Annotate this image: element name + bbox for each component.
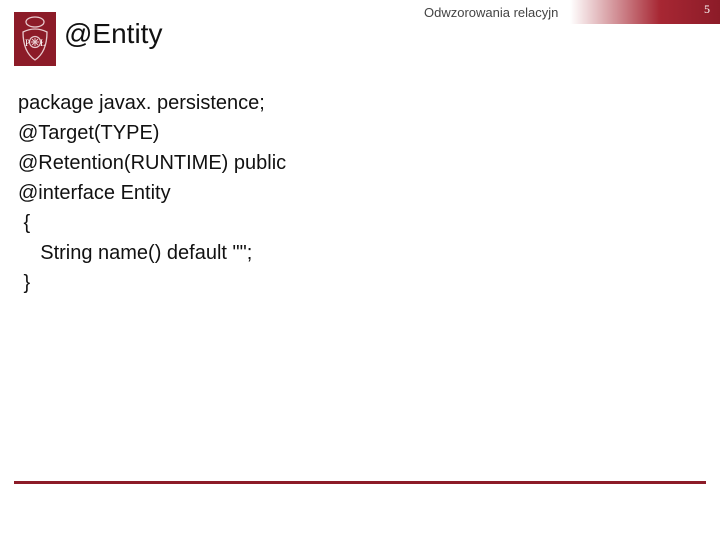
header-section-label: Odwzorowania relacyjn	[420, 0, 570, 24]
header-gradient: 5	[570, 0, 720, 24]
crest-icon: P Ł	[14, 12, 56, 66]
logo-letter-right: Ł	[40, 38, 46, 48]
code-line: String name() default "";	[18, 242, 252, 264]
university-logo: P Ł	[14, 12, 56, 66]
footer-divider	[14, 481, 706, 484]
header-bar: Odwzorowania relacyjn 5	[420, 0, 720, 24]
code-line: }	[18, 272, 30, 294]
code-line: {	[18, 212, 30, 234]
page-number: 5	[704, 2, 710, 17]
slide-title: @Entity	[64, 18, 162, 50]
code-line: @interface Entity	[18, 182, 171, 204]
code-block: package javax. persistence; @Target(TYPE…	[18, 88, 286, 298]
logo-letter-left: P	[25, 38, 30, 48]
code-line: @Target(TYPE)	[18, 122, 159, 144]
code-line: @Retention(RUNTIME) public	[18, 152, 286, 174]
code-line: package javax. persistence;	[18, 92, 265, 114]
